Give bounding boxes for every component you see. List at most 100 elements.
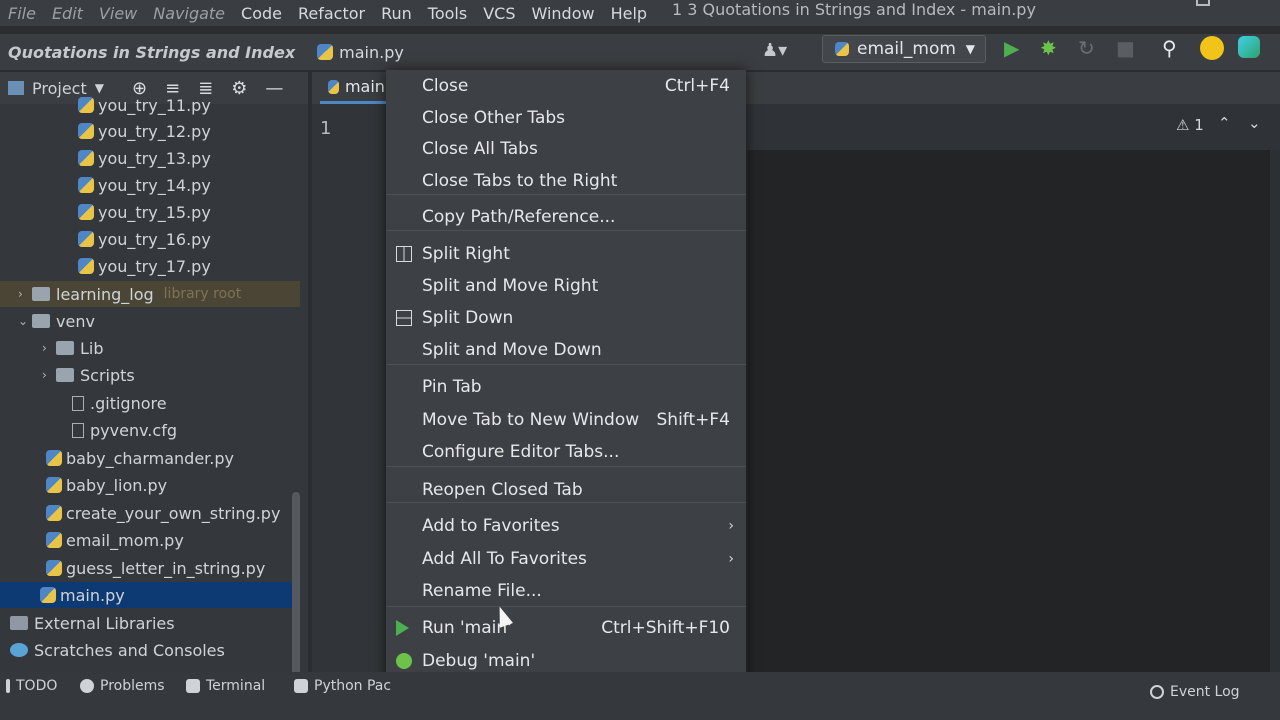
tree-item[interactable]: you_try_16.py [0,226,300,252]
tree-item[interactable]: pyvenv.cfg [0,417,300,443]
menu-item-split-and-move-right[interactable]: Split and Move Right [386,271,746,301]
python-file-icon [317,44,334,60]
coverage-icon[interactable]: ↻ [1078,36,1095,60]
menu-item-configure-editor-tabs[interactable]: Configure Editor Tabs... [386,437,746,467]
tree-item[interactable]: main.py [0,582,300,608]
tree-item[interactable]: .gitignore [0,390,300,416]
tree-item[interactable]: baby_lion.py [0,472,300,498]
tree-item[interactable]: you_try_15.py [0,199,300,225]
run-configuration-label: email_mom [857,39,956,59]
breadcrumb-file[interactable]: main.py [317,43,404,62]
tree-item[interactable]: create_your_own_string.py [0,500,300,526]
menu-tools[interactable]: Tools [420,4,475,23]
menu-item-close[interactable]: Close Ctrl+F4 [386,71,746,101]
tab-main[interactable]: main. [320,72,390,104]
menu-item-split-and-move-down[interactable]: Split and Move Down [386,335,746,365]
menu-item-reopen-closed-tab[interactable]: Reopen Closed Tab [386,475,746,505]
menu-run[interactable]: Run [373,4,420,23]
terminal-tab[interactable]: Terminal [186,678,265,694]
menu-item-rename-file[interactable]: Rename File... [386,576,746,606]
maximize-icon[interactable] [1196,0,1210,6]
event-log-tab[interactable]: Event Log [1150,684,1240,700]
tree-item-label: venv [56,311,95,331]
tree-item-label: main.py [60,585,125,605]
user-icon[interactable]: ♟▾ [762,40,787,61]
search-icon[interactable]: ⚲ [1162,36,1177,60]
tree-item[interactable]: you_try_17.py [0,253,300,279]
folder-icon [32,287,50,301]
menu-item-copy-path-reference[interactable]: Copy Path/Reference... [386,202,746,232]
event-log-icon [1150,685,1164,699]
menu-edit[interactable]: Edit [44,4,91,23]
run-configuration-select[interactable]: email_mom ▼ [822,35,986,63]
menu-item-add-all-to-favorites[interactable]: Add All To Favorites › [386,544,746,574]
tree-item-label: you_try_14.py [98,175,211,195]
menu-item-run-main[interactable]: Run 'main' Ctrl+Shift+F10 [386,613,746,643]
todo-tab[interactable]: TODO [6,678,57,694]
tree-item[interactable]: › Lib [0,335,300,361]
tree-item[interactable]: email_mom.py [0,527,300,553]
tree-item[interactable]: you_try_13.py [0,145,300,171]
tree-item[interactable]: you_try_12.py [0,118,300,144]
breadcrumb-project[interactable]: Quotations in Strings and Index [8,43,295,62]
tree-item[interactable]: › Scripts [0,362,300,388]
library-root-hint: library root [163,286,242,302]
python-packages-tab[interactable]: Python Pac [294,678,391,694]
run-icon[interactable]: ▶ [1004,36,1019,60]
menu-vcs[interactable]: VCS [475,4,523,23]
menu-navigate[interactable]: Navigate [145,4,233,23]
menu-item-close-other-tabs[interactable]: Close Other Tabs [386,103,746,133]
todo-label: TODO [16,678,58,694]
debug-icon[interactable]: ✸ [1040,36,1057,60]
menu-item-label: Split Down [422,308,514,328]
chevron-right-icon[interactable]: › [18,287,32,301]
python-file-icon [78,231,94,247]
menu-item-add-to-favorites[interactable]: Add to Favorites › [386,511,746,541]
chevron-right-icon[interactable]: › [42,341,56,355]
update-icon[interactable] [1200,36,1224,60]
plugin-icon[interactable] [1238,36,1260,58]
menu-file[interactable]: File [0,4,44,23]
menu-item-split-down[interactable]: Split Down [386,303,746,333]
chevron-up-icon[interactable]: ⌃ [1218,114,1231,132]
menu-window[interactable]: Window [524,4,603,23]
menu-refactor[interactable]: Refactor [290,4,373,23]
menu-help[interactable]: Help [603,4,655,23]
folder-icon [32,314,50,328]
tree-item[interactable]: guess_letter_in_string.py [0,555,300,581]
python-packages-label: Python Pac [314,678,392,694]
menu-view[interactable]: View [91,4,145,23]
tree-item-label: you_try_17.py [98,256,211,276]
chevron-down-icon[interactable]: ⌄ [1248,114,1261,132]
editor-area[interactable] [748,150,1280,680]
python-file-icon [78,258,94,274]
menu-item-move-tab-to-new-window[interactable]: Move Tab to New Window Shift+F4 [386,405,746,435]
menu-separator [386,502,746,503]
problems-tab[interactable]: Problems [80,678,165,694]
debug-icon [396,653,412,669]
warning-indicator[interactable]: ⚠ 1 [1176,116,1204,134]
chevron-down-icon[interactable]: ⌄ [18,314,32,328]
tree-item[interactable]: Scratches and Consoles [0,637,300,663]
tree-item[interactable]: baby_charmander.py [0,445,300,471]
tree-item[interactable]: › learning_log library root [0,281,300,307]
menu-item-close-all-tabs[interactable]: Close All Tabs [386,134,746,164]
terminal-icon [186,679,200,693]
chevron-right-icon: › [728,518,734,534]
chevron-right-icon[interactable]: › [42,368,56,382]
menu-item-split-right[interactable]: Split Right [386,239,746,269]
tree-item[interactable]: you_try_11.py [0,92,300,118]
menu-item-close-tabs-to-the-right[interactable]: Close Tabs to the Right [386,166,746,196]
tree-item-label: .gitignore [90,393,167,413]
python-file-icon [328,79,339,94]
menu-separator [386,194,746,195]
window-title: 1 3 Quotations in Strings and Index - ma… [672,0,1036,19]
tree-item[interactable]: ⌄ venv [0,308,300,334]
stop-icon[interactable]: ■ [1116,36,1135,60]
menu-code[interactable]: Code [233,4,290,23]
tree-item[interactable]: you_try_14.py [0,172,300,198]
tree-item-label: you_try_12.py [98,121,211,141]
menu-item-shortcut: Ctrl+Shift+F10 [601,618,730,638]
menu-item-pin-tab[interactable]: Pin Tab [386,372,746,402]
tree-item[interactable]: External Libraries [0,610,300,636]
